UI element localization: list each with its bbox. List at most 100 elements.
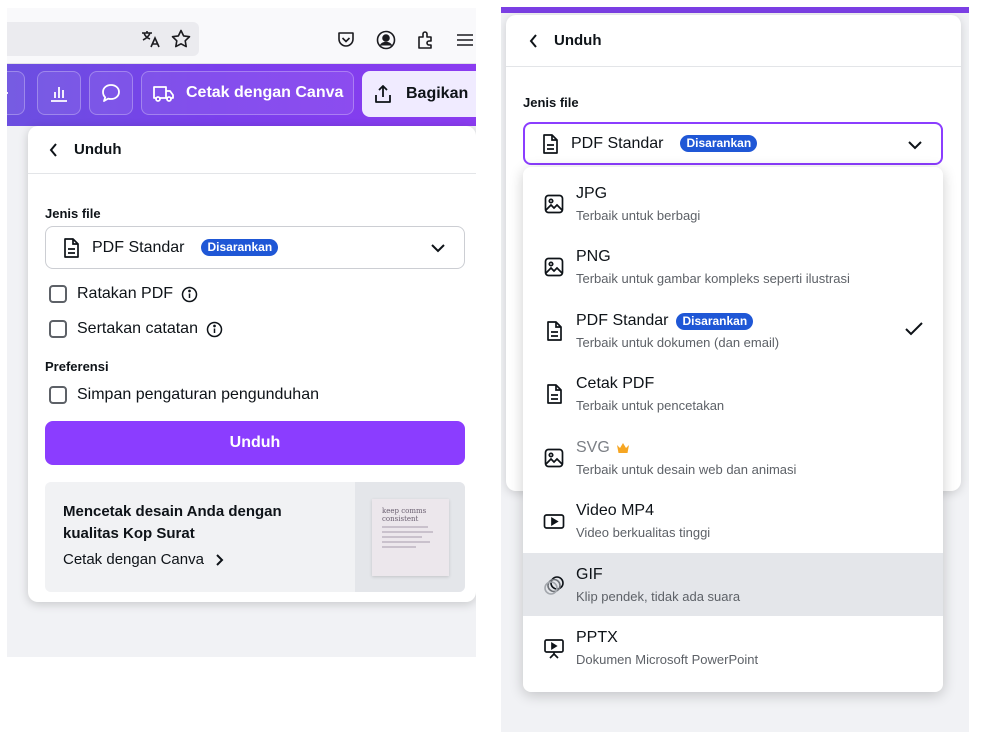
insights-button[interactable] xyxy=(37,71,81,115)
recommended-badge: Disarankan xyxy=(680,135,758,152)
include-notes-checkbox[interactable] xyxy=(49,320,67,338)
print-with-canva-label: Cetak dengan Canva xyxy=(186,84,344,101)
info-icon[interactable] xyxy=(206,321,223,338)
file-type-dropdown: JPG Terbaik untuk berbagi PNG Terbaik un… xyxy=(523,167,943,692)
save-download-settings-checkbox[interactable] xyxy=(49,386,67,404)
comment-icon xyxy=(100,82,122,104)
option-title: Video MP4 xyxy=(576,502,654,519)
document-icon xyxy=(541,133,559,155)
preferences-label: Preferensi xyxy=(45,359,109,374)
option-title-text: PDF Standar xyxy=(576,312,669,329)
image-icon xyxy=(543,193,565,215)
file-type-option-mp4[interactable]: Video MP4 Video berkualitas tinggi xyxy=(523,489,943,552)
download-panel-header: Unduh xyxy=(506,15,961,67)
option-title: Cetak PDF xyxy=(576,375,655,392)
option-subtitle: Terbaik untuk gambar kompleks seperti il… xyxy=(576,271,850,286)
option-subtitle: Terbaik untuk dokumen (dan email) xyxy=(576,335,780,350)
file-type-option-png[interactable]: PNG Terbaik untuk gambar kompleks sepert… xyxy=(523,235,943,298)
option-subtitle: Klip pendek, tidak ada suara xyxy=(576,589,741,604)
presentation-icon xyxy=(543,637,565,659)
flatten-pdf-checkbox[interactable] xyxy=(49,285,67,303)
file-type-option-gif[interactable]: GIF Klip pendek, tidak ada suara xyxy=(523,553,943,616)
recommended-badge: Disarankan xyxy=(201,239,279,256)
selected-file-type: PDF Standar xyxy=(571,134,664,152)
right-screenshot: Unduh Jenis file PDF Standar Disarankan … xyxy=(501,7,969,732)
letterhead-preview-text: keep comms consistent xyxy=(382,507,427,523)
image-icon xyxy=(543,256,565,278)
video-icon xyxy=(543,510,565,532)
print-with-canva-button[interactable]: Cetak dengan Canva xyxy=(141,71,354,115)
extensions-icon[interactable] xyxy=(415,29,437,51)
bar-chart-icon xyxy=(48,82,70,104)
flatten-pdf-option[interactable]: Ratakan PDF xyxy=(49,285,198,303)
selected-file-type: PDF Standar xyxy=(92,238,185,256)
translate-icon[interactable] xyxy=(140,28,162,50)
image-icon xyxy=(543,447,565,469)
file-type-select[interactable]: PDF Standar Disarankan xyxy=(45,226,465,269)
flatten-pdf-label: Ratakan PDF xyxy=(77,285,174,302)
download-panel-header: Unduh xyxy=(28,126,476,174)
file-type-option-pdf-standard[interactable]: PDF Standar Disarankan Terbaik untuk dok… xyxy=(523,299,943,362)
option-subtitle: Video berkualitas tinggi xyxy=(576,525,711,540)
print-promo-card: Mencetak desain Anda dengan kualitas Kop… xyxy=(45,482,465,592)
option-title: SVG xyxy=(576,439,630,457)
hamburger-icon[interactable] xyxy=(454,29,476,51)
option-title: PNG xyxy=(576,248,611,265)
option-title: GIF xyxy=(576,566,603,583)
save-download-settings-label: Simpan pengaturan pengunduhan xyxy=(77,386,319,403)
truck-icon xyxy=(152,82,176,104)
option-title: PDF Standar Disarankan xyxy=(576,312,754,330)
panel-title: Unduh xyxy=(74,141,122,158)
panel-title: Unduh xyxy=(554,32,602,49)
option-subtitle: Dokumen Microsoft PowerPoint xyxy=(576,652,759,667)
promo-link[interactable]: Cetak dengan Canva xyxy=(63,551,224,568)
promo-link-label: Cetak dengan Canva xyxy=(63,551,204,568)
share-label: Bagikan xyxy=(406,85,469,102)
account-icon[interactable] xyxy=(375,29,397,51)
document-icon xyxy=(62,237,80,259)
gif-icon xyxy=(543,574,565,596)
option-subtitle: Terbaik untuk berbagi xyxy=(576,208,701,223)
browser-toolbar xyxy=(7,8,476,64)
crown-icon xyxy=(616,442,630,454)
canva-editor-toolbar: Cetak dengan Canva Bagikan xyxy=(7,64,476,126)
option-subtitle: Terbaik untuk desain web dan animasi xyxy=(576,462,797,477)
promo-text: Mencetak desain Anda dengan kualitas Kop… xyxy=(63,503,282,542)
comment-button[interactable] xyxy=(89,71,133,115)
file-type-option-svg[interactable]: SVG Terbaik untuk desain web dan animasi xyxy=(523,426,943,489)
file-type-label: Jenis file xyxy=(45,206,101,221)
document-icon xyxy=(543,320,565,342)
checkmark-icon xyxy=(903,319,925,339)
option-title-text: SVG xyxy=(576,439,610,456)
include-notes-option[interactable]: Sertakan catatan xyxy=(49,320,223,338)
include-notes-label: Sertakan catatan xyxy=(77,320,198,337)
promo-thumbnail: keep comms consistent xyxy=(355,482,465,592)
plus-button[interactable] xyxy=(7,71,25,115)
toolbar-strip xyxy=(501,7,969,13)
file-type-select-open[interactable]: PDF Standar Disarankan xyxy=(523,122,943,165)
pocket-icon[interactable] xyxy=(335,29,357,51)
back-chevron-icon[interactable] xyxy=(48,142,60,158)
chevron-down-icon xyxy=(430,240,446,256)
option-title: JPG xyxy=(576,185,608,202)
back-chevron-icon[interactable] xyxy=(528,33,540,49)
file-type-option-jpg[interactable]: JPG Terbaik untuk berbagi xyxy=(523,172,943,235)
option-title: PPTX xyxy=(576,629,618,646)
save-download-settings-option[interactable]: Simpan pengaturan pengunduhan xyxy=(49,386,319,404)
file-type-option-pptx[interactable]: PPTX Dokumen Microsoft PowerPoint xyxy=(523,616,943,679)
letterhead-preview: keep comms consistent xyxy=(372,499,449,576)
share-button[interactable]: Bagikan xyxy=(362,71,476,117)
download-button[interactable]: Unduh xyxy=(45,421,465,465)
download-panel: Unduh Jenis file PDF Standar Disarankan … xyxy=(28,126,476,602)
chevron-down-icon xyxy=(907,137,923,153)
share-upload-icon xyxy=(372,83,394,105)
info-icon[interactable] xyxy=(181,286,198,303)
chevron-right-icon xyxy=(214,553,224,567)
option-subtitle: Terbaik untuk pencetakan xyxy=(576,398,725,413)
document-icon xyxy=(543,383,565,405)
star-icon[interactable] xyxy=(170,28,192,50)
left-screenshot: Cetak dengan Canva Bagikan Unduh Jenis f… xyxy=(7,8,476,657)
file-type-option-print-pdf[interactable]: Cetak PDF Terbaik untuk pencetakan xyxy=(523,362,943,425)
recommended-badge: Disarankan xyxy=(676,312,754,330)
file-type-label: Jenis file xyxy=(523,95,579,110)
